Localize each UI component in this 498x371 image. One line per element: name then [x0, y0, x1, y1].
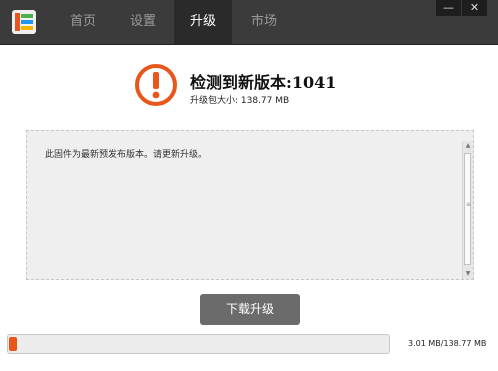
- download-progress-bar: [7, 334, 390, 354]
- tab-upgrade[interactable]: 升级: [174, 0, 232, 44]
- download-upgrade-button[interactable]: 下载升级: [200, 294, 300, 325]
- tab-market[interactable]: 市场: [238, 0, 290, 44]
- minimize-button[interactable]: —: [436, 0, 461, 16]
- release-notes-text: 此固件为最新预发布版本。请更新升级。: [45, 150, 208, 160]
- progress-fill: [9, 337, 17, 351]
- download-size-text: 3.01 MB/138.77 MB: [408, 339, 487, 348]
- scroll-up-icon[interactable]: ▲: [463, 141, 473, 151]
- tab-settings[interactable]: 设置: [117, 0, 169, 44]
- app-logo-icon: [12, 10, 36, 34]
- release-notes-box: 此固件为最新预发布版本。请更新升级。 ▲ ≡ ▼: [26, 130, 474, 280]
- scroll-thumb[interactable]: ≡: [464, 153, 471, 265]
- package-size-label: 升级包大小: 138.77 MB: [190, 96, 290, 106]
- close-button[interactable]: ✕: [462, 0, 487, 16]
- title-bar: 首页 设置 升级 市场 — ✕: [0, 0, 498, 45]
- release-notes-scrollbar[interactable]: ▲ ≡ ▼: [462, 141, 473, 279]
- exclamation-circle-icon: [135, 64, 177, 106]
- tab-home[interactable]: 首页: [58, 0, 108, 44]
- grip-icon: ≡: [466, 201, 472, 208]
- update-headline: 检测到新版本:1041: [190, 73, 337, 92]
- scroll-down-icon[interactable]: ▼: [463, 269, 473, 279]
